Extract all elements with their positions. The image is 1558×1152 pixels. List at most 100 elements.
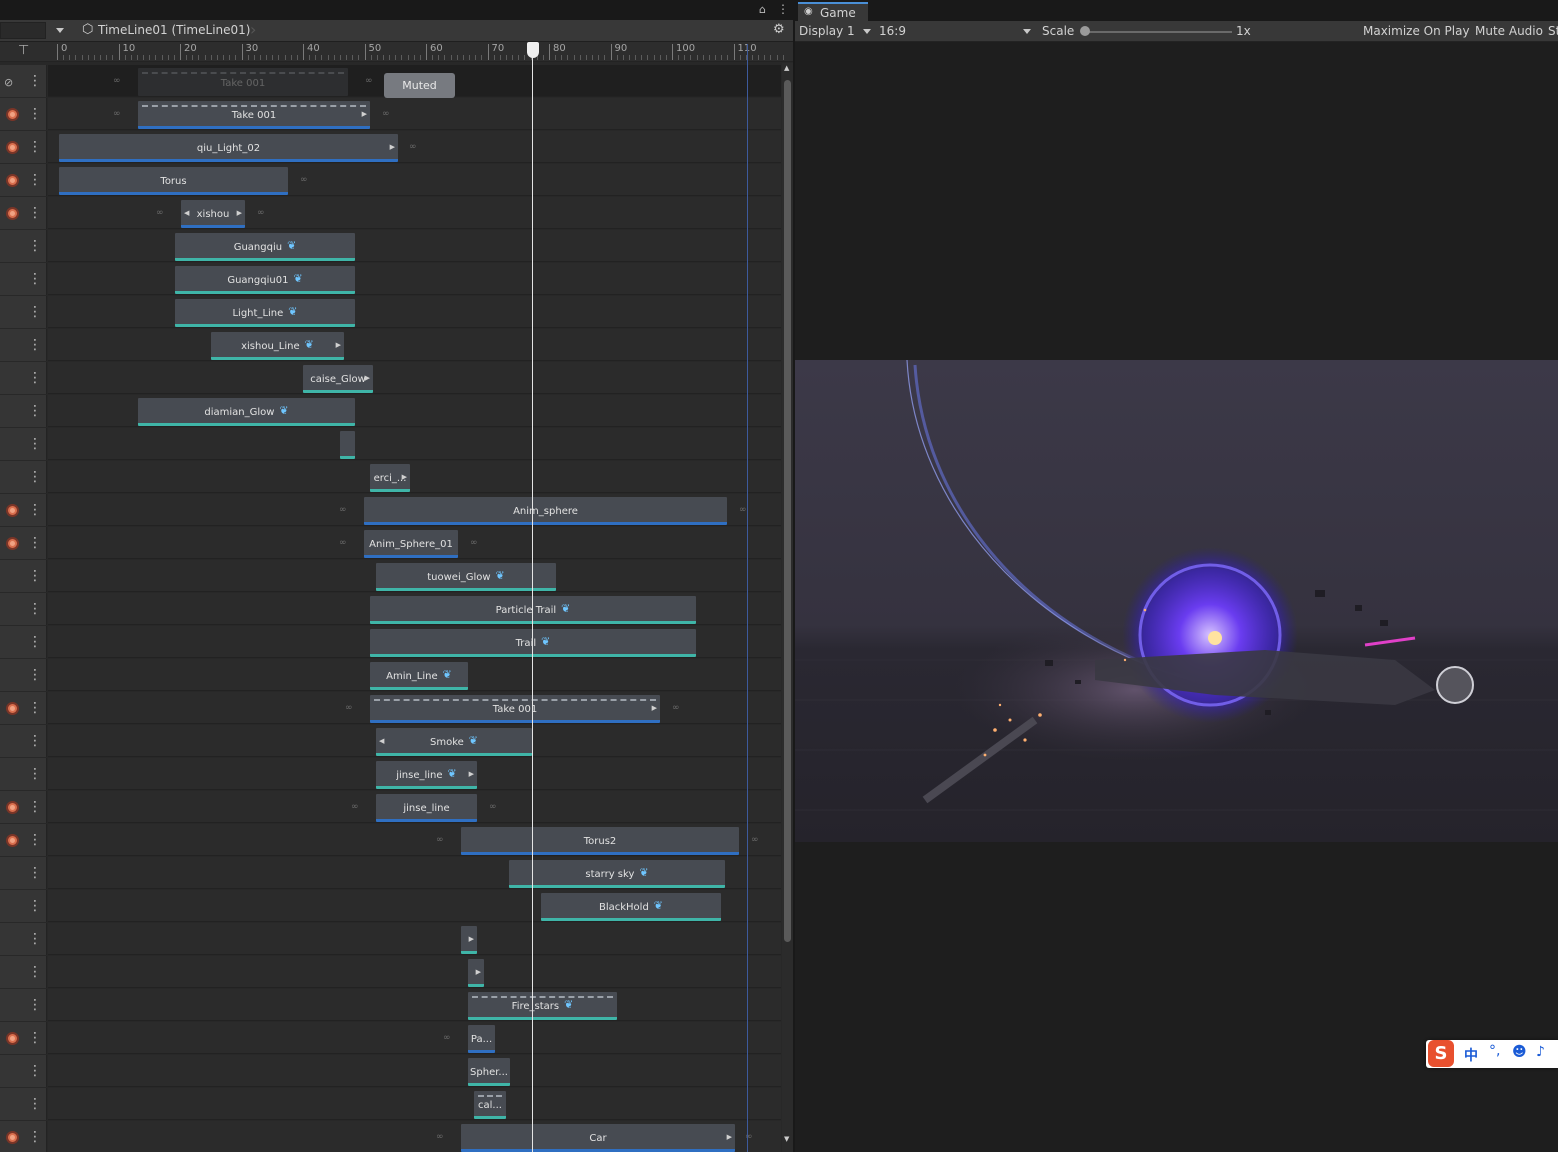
track-lane[interactable] <box>48 956 781 988</box>
track-row[interactable]: ⋮ qiu_Light_02 ▶ ∞ <box>0 130 781 163</box>
track-lane[interactable] <box>48 989 781 1021</box>
track-header[interactable]: ⋮ <box>0 296 47 328</box>
track-menu-icon[interactable]: ⋮ <box>28 1061 42 1081</box>
track-row[interactable]: ⋮ starry sky ❦ <box>0 856 781 889</box>
animation-clip[interactable]: Take 001 ▶ <box>138 101 370 129</box>
track-menu-icon[interactable]: ⋮ <box>28 1028 42 1048</box>
track-menu-icon[interactable]: ⋮ <box>28 863 42 883</box>
track-row[interactable]: ⋮ Take 001 ▶ ∞ ∞ <box>0 691 781 724</box>
track-row[interactable]: ⋮ diamian_Glow ❦ <box>0 394 781 427</box>
control-clip[interactable]: Particle Trail ❦ <box>370 596 696 624</box>
track-header[interactable]: ⋮ <box>0 197 47 229</box>
track-row[interactable]: ⋮ BlackHold ❦ <box>0 889 781 922</box>
scroll-up-arrow-icon[interactable]: ▲ <box>784 64 789 72</box>
track-header[interactable]: ⋮ <box>0 1022 47 1054</box>
track-row[interactable]: ⋮ jinse_line ❦ ▶ <box>0 757 781 790</box>
track-row[interactable]: ⋮ jinse_line ∞ ∞ <box>0 790 781 823</box>
control-clip[interactable]: caise_Glow ▶ <box>303 365 373 393</box>
track-menu-icon[interactable]: ⋮ <box>28 698 42 718</box>
animation-clip[interactable]: Anim_sphere <box>364 497 727 525</box>
track-row[interactable]: ⋮ Amin_Line ❦ <box>0 658 781 691</box>
track-row[interactable]: ⋮ erci_... ▶ <box>0 460 781 493</box>
track-row[interactable]: ⋮ Guangqiu01 ❦ <box>0 262 781 295</box>
track-menu-icon[interactable]: ⋮ <box>28 665 42 685</box>
record-button-icon[interactable] <box>6 207 19 220</box>
track-header[interactable]: ⋮ <box>0 923 47 955</box>
track-row[interactable]: ⋮ Particle Trail ❦ <box>0 592 781 625</box>
track-lane[interactable] <box>48 1088 781 1120</box>
control-clip[interactable]: tuowei_Glow ❦ <box>376 563 556 591</box>
track-row[interactable]: ⋮ Smoke ❦ ◀ <box>0 724 781 757</box>
track-header[interactable]: ⋮ <box>0 461 47 493</box>
record-button-icon[interactable] <box>6 834 19 847</box>
control-clip[interactable]: erci_... ▶ <box>370 464 410 492</box>
record-button-icon[interactable] <box>6 174 19 187</box>
record-button-icon[interactable] <box>6 1032 19 1045</box>
track-header[interactable]: ⋮ <box>0 131 47 163</box>
track-header[interactable]: ⋮ <box>0 824 47 856</box>
track-menu-icon[interactable]: ⋮ <box>28 335 42 355</box>
track-header[interactable]: ⋮ <box>0 395 47 427</box>
track-menu-icon[interactable]: ⋮ <box>28 929 42 949</box>
track-header[interactable]: ⋮ <box>0 593 47 625</box>
ime-language-toggle[interactable]: 中 <box>1464 1045 1478 1065</box>
track-header[interactable]: ⋮ <box>0 692 47 724</box>
track-row[interactable]: ⋮ ▶ <box>0 955 781 988</box>
track-header[interactable]: ⋮ <box>0 725 47 757</box>
control-clip[interactable]: Spher... <box>468 1058 510 1086</box>
track-menu-icon[interactable]: ⋮ <box>28 236 42 256</box>
track-lane[interactable] <box>48 329 781 361</box>
track-lane[interactable] <box>48 263 781 295</box>
track-menu-icon[interactable]: ⋮ <box>28 830 42 850</box>
control-clip[interactable]: jinse_line ❦ ▶ <box>376 761 477 789</box>
track-menu-icon[interactable]: ⋮ <box>28 170 42 190</box>
track-lane[interactable] <box>48 230 781 262</box>
track-row[interactable]: ⋮ Fire_stars ❦ <box>0 988 781 1021</box>
track-menu-icon[interactable]: ⋮ <box>28 203 42 223</box>
track-row[interactable]: ⋮ Car ▶ ∞ ∞ <box>0 1120 781 1152</box>
track-menu-icon[interactable]: ⋮ <box>28 401 42 421</box>
control-clip[interactable]: Fire_stars ❦ <box>468 992 617 1020</box>
game-viewport[interactable] <box>795 42 1558 1152</box>
aspect-dropdown[interactable]: 16:9 <box>879 24 906 38</box>
punctuation-icon[interactable]: °, <box>1489 1043 1500 1059</box>
animation-clip[interactable]: jinse_line <box>376 794 477 822</box>
track-row[interactable]: ⋮ Pa... ∞ <box>0 1021 781 1054</box>
track-lane[interactable] <box>48 362 781 394</box>
control-clip[interactable]: Trail ❦ <box>370 629 696 657</box>
track-row[interactable]: ⋮ <box>0 427 781 460</box>
control-clip[interactable]: Amin_Line ❦ <box>370 662 468 690</box>
animation-clip[interactable]: Pa... <box>468 1025 495 1053</box>
track-menu-icon[interactable]: ⋮ <box>28 302 42 322</box>
track-menu-icon[interactable]: ⋮ <box>28 566 42 586</box>
record-button-icon[interactable] <box>6 537 19 550</box>
track-menu-icon[interactable]: ⋮ <box>28 368 42 388</box>
track-menu-icon[interactable]: ⋮ <box>28 797 42 817</box>
track-menu-icon[interactable]: ⋮ <box>28 1094 42 1114</box>
track-lane[interactable] <box>48 1022 781 1054</box>
aspect-dropdown-arrow-icon[interactable] <box>1023 29 1031 34</box>
sogou-logo-icon[interactable]: S <box>1428 1040 1454 1067</box>
control-clip[interactable]: diamian_Glow ❦ <box>138 398 355 426</box>
track-header[interactable]: ⋮ <box>0 230 47 262</box>
track-menu-icon[interactable]: ⋮ <box>28 632 42 652</box>
control-clip[interactable]: ▶ <box>468 959 484 987</box>
animation-clip[interactable]: qiu_Light_02 ▶ <box>59 134 398 162</box>
track-menu-icon[interactable]: ⋮ <box>28 467 42 487</box>
track-header[interactable]: ⋮ <box>0 560 47 592</box>
control-clip[interactable] <box>340 431 355 459</box>
timeline-selector-dropdown-icon[interactable] <box>56 28 64 33</box>
track-row[interactable]: ⋮ caise_Glow ▶ <box>0 361 781 394</box>
track-header[interactable]: ⋮ <box>0 98 47 130</box>
control-clip[interactable]: cal... <box>474 1091 506 1119</box>
track-menu-icon[interactable]: ⋮ <box>28 104 42 124</box>
track-row[interactable]: ⋮ xishou_Line ❦ ▶ <box>0 328 781 361</box>
playhead-handle[interactable] <box>527 42 539 58</box>
track-row[interactable]: ⋮ ▶ <box>0 922 781 955</box>
animation-clip[interactable]: Take 001 <box>138 68 348 96</box>
track-menu-icon[interactable]: ⋮ <box>28 500 42 520</box>
window-menu-icon[interactable]: ⋮ <box>777 2 789 16</box>
animation-clip[interactable]: Torus <box>59 167 288 195</box>
microphone-icon[interactable]: ♪ <box>1536 1044 1545 1060</box>
control-clip[interactable]: starry sky ❦ <box>509 860 725 888</box>
